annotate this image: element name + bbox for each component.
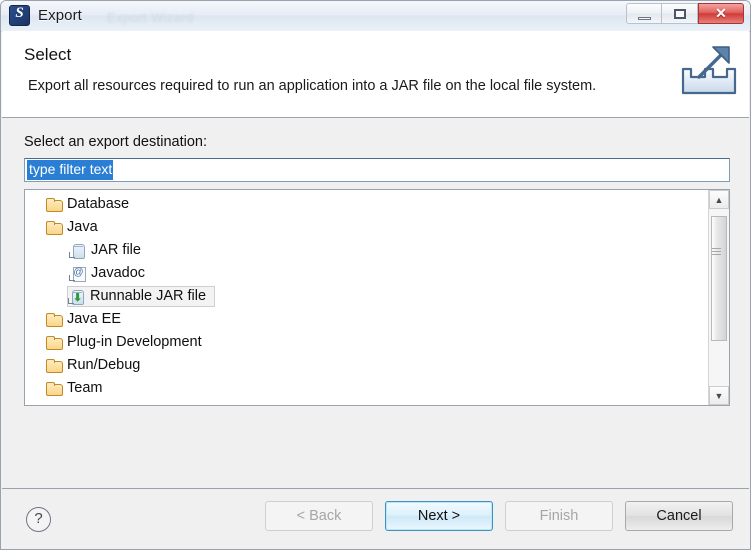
tree-item-javadoc[interactable]: @ Javadoc xyxy=(25,262,707,285)
page-title: Select xyxy=(24,45,72,64)
tree-item-label: Team xyxy=(67,379,103,396)
window-controls: ✕ xyxy=(626,3,744,24)
button-row: < Back Next > Finish Cancel xyxy=(265,501,733,531)
close-button[interactable]: ✕ xyxy=(698,3,744,24)
back-button[interactable]: < Back xyxy=(265,501,373,531)
export-destination-label: Select an export destination: xyxy=(24,134,207,150)
window-title-ghost: Export Wizard xyxy=(107,10,194,25)
help-icon[interactable]: ? xyxy=(26,507,51,532)
cancel-button[interactable]: Cancel xyxy=(625,501,733,531)
folder-icon xyxy=(45,334,63,351)
title-bar-left: S Export xyxy=(9,5,82,26)
window-title: Export xyxy=(38,7,82,24)
filter-input[interactable]: type filter text xyxy=(24,158,730,182)
wizard-header: Select Export all resources required to … xyxy=(2,31,749,118)
tree-vertical-scrollbar[interactable]: ▲ ▼ xyxy=(708,190,729,405)
scrollbar-grip xyxy=(712,248,721,255)
minimize-icon xyxy=(627,4,661,23)
dialog-body: Select an export destination: type filte… xyxy=(2,119,749,489)
finish-button[interactable]: Finish xyxy=(505,501,613,531)
scrollbar-thumb[interactable] xyxy=(711,216,727,341)
javadoc-icon: @ xyxy=(69,265,87,282)
tree-item-label: Runnable JAR file xyxy=(90,287,207,304)
export-dialog-window: S Export Export Wizard ✕ Select Export a… xyxy=(0,0,751,550)
tree-item-team[interactable]: Team xyxy=(25,377,707,400)
tree-item-java[interactable]: Java xyxy=(25,216,707,239)
scroll-down-icon[interactable]: ▼ xyxy=(709,386,729,405)
tree-item-java-ee[interactable]: Java EE xyxy=(25,308,707,331)
tree-item-label: Run/Debug xyxy=(67,356,141,373)
next-button[interactable]: Next > xyxy=(385,501,493,531)
maximize-icon xyxy=(662,4,697,23)
tree-item-run-debug[interactable]: Run/Debug xyxy=(25,354,707,377)
tree-item-runnable-jar-file[interactable]: ⬇ Runnable JAR file xyxy=(25,285,707,308)
dialog-footer: ? < Back Next > Finish Cancel xyxy=(2,488,749,548)
tree-item-label: Database xyxy=(67,195,130,212)
eclipse-icon-glyph: S xyxy=(15,5,24,21)
tree-item-label: Java EE xyxy=(67,310,121,327)
folder-icon xyxy=(45,219,63,236)
filter-input-value: type filter text xyxy=(27,160,114,180)
close-icon: ✕ xyxy=(715,5,727,21)
export-destination-tree[interactable]: Database Java JAR file @ Javadoc ⬇ Runna… xyxy=(24,189,730,406)
tree-item-label: JAR file xyxy=(91,241,141,258)
eclipse-icon: S xyxy=(9,5,30,26)
page-description: Export all resources required to run an … xyxy=(28,78,597,94)
tree-item-label: Javadoc xyxy=(91,264,146,281)
tree-list: Database Java JAR file @ Javadoc ⬇ Runna… xyxy=(25,193,707,400)
folder-icon xyxy=(45,357,63,374)
minimize-button[interactable] xyxy=(626,3,662,24)
jar-file-icon xyxy=(69,242,87,259)
tree-item-plug-in-development[interactable]: Plug-in Development xyxy=(25,331,707,354)
maximize-button[interactable] xyxy=(662,3,698,24)
folder-icon xyxy=(45,311,63,328)
tree-item-jar-file[interactable]: JAR file xyxy=(25,239,707,262)
runnable-jar-icon: ⬇ xyxy=(68,288,86,305)
title-bar[interactable]: S Export Export Wizard ✕ xyxy=(1,1,750,32)
tree-item-database[interactable]: Database xyxy=(25,193,707,216)
export-banner-icon xyxy=(681,46,737,95)
tree-item-label: Plug-in Development xyxy=(67,333,202,350)
tree-item-label: Java xyxy=(67,218,98,235)
tree-item-selection: ⬇ Runnable JAR file xyxy=(67,286,216,307)
folder-icon xyxy=(45,196,63,213)
scroll-up-icon[interactable]: ▲ xyxy=(709,190,729,209)
folder-icon xyxy=(45,380,63,397)
